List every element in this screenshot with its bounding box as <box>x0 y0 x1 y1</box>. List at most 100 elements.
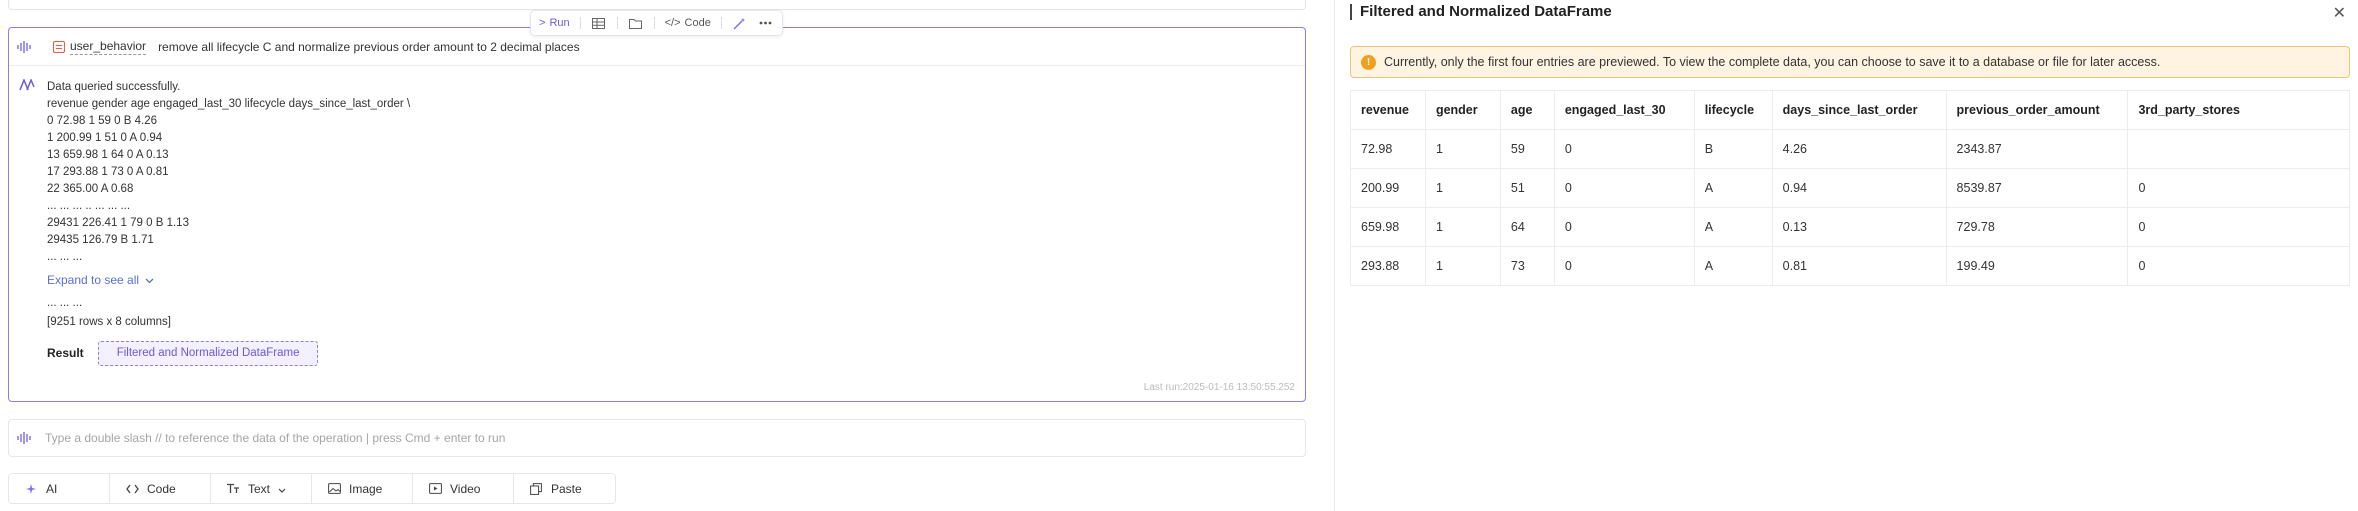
datasource-name: user_behavior <box>70 38 147 55</box>
output-line: 1 200.99 1 51 0 A 0.94 <box>47 132 163 144</box>
code-icon: </> <box>664 17 681 29</box>
table-cell: 729.78 <box>1945 207 2129 247</box>
datasource-icon <box>53 40 65 53</box>
output-line: 13 659.98 1 64 0 A 0.13 <box>47 149 169 161</box>
table-cell: A <box>1693 168 1773 208</box>
output-line: 29431 226.41 1 79 0 B 1.13 <box>47 217 189 229</box>
table-row: 293.88 1 73 0 A 0.81 199.49 0 <box>1350 246 2350 286</box>
close-icon[interactable]: ✕ <box>2333 3 2346 23</box>
column-header[interactable]: lifecycle <box>1693 90 1773 130</box>
add-ai-button[interactable]: AI <box>9 474 110 503</box>
table-cell: 0 <box>1553 207 1695 247</box>
more-icon[interactable] <box>758 16 774 30</box>
table-cell: 72.98 <box>1350 129 1426 169</box>
add-code-button[interactable]: Code <box>110 474 211 503</box>
table-cell: 0 <box>1553 168 1695 208</box>
output-lines: Data queried successfully. revenue gender… <box>47 79 410 266</box>
chevron-down-icon <box>145 272 154 289</box>
table-cell: 0 <box>1553 246 1695 286</box>
table-cell: 0.13 <box>1771 207 1947 247</box>
output-line: 29435 126.79 B 1.71 <box>47 234 154 246</box>
add-image-button[interactable]: Image <box>312 474 413 503</box>
table-cell: 0.81 <box>1771 246 1947 286</box>
table-cell: 73 <box>1499 246 1555 286</box>
table-icon[interactable] <box>591 16 607 30</box>
code-icon <box>125 483 139 495</box>
output-line: ... ... ... .. ... ... ... <box>47 200 131 212</box>
column-header[interactable]: previous_order_amount <box>1945 90 2129 130</box>
column-header[interactable]: days_since_last_order <box>1771 90 1947 130</box>
previous-cell <box>8 0 1306 10</box>
toolbar-divider <box>720 17 722 29</box>
expand-button[interactable]: Expand to see all <box>47 272 410 289</box>
table-header-row: revenue gender age engaged_last_30 lifecycle… <box>1350 90 2350 130</box>
notebook-area: > Run </> Code user_behavior remove all … <box>0 0 1330 511</box>
output-line: 17 293.88 1 73 0 A 0.81 <box>47 166 169 178</box>
preview-notice: ! Currently, only the first four entries… <box>1350 46 2350 78</box>
table-row: 72.98 1 59 0 B 4.26 2343.87 <box>1350 129 2350 169</box>
text-icon <box>226 483 240 495</box>
output-text: Data queried successfully. revenue gender… <box>47 79 410 366</box>
table-cell: 0 <box>2127 168 2350 208</box>
last-run-timestamp: Last run:2025-01-16 13:50:55.252 <box>1143 382 1295 393</box>
table-cell: 0 <box>1553 129 1695 169</box>
column-header[interactable]: engaged_last_30 <box>1553 90 1695 130</box>
table-cell: 1 <box>1424 129 1501 169</box>
table-cell: 64 <box>1499 207 1555 247</box>
add-button-label: Image <box>349 481 383 496</box>
output-line: ... ... ... <box>47 251 83 263</box>
prompt-input[interactable] <box>45 431 1245 445</box>
column-header[interactable]: 3rd_party_stores <box>2127 90 2350 130</box>
table-row: 659.98 1 64 0 A 0.13 729.78 0 <box>1350 207 2350 247</box>
preview-panel: Filtered and Normalized DataFrame ✕ ! Cu… <box>1335 0 2358 511</box>
prompt-text: remove all lifecycle C and normalize pre… <box>158 39 580 54</box>
table-cell: 2343.87 <box>1945 129 2129 169</box>
ai-cell[interactable]: user_behavior remove all lifecycle C and… <box>8 27 1306 402</box>
magic-wand-icon[interactable] <box>732 16 748 30</box>
column-header[interactable]: revenue <box>1350 90 1426 130</box>
add-cell-bar: AI Code Text Image Video Paste <box>8 473 616 504</box>
ai-logo-icon <box>19 77 35 91</box>
add-button-label: Video <box>450 481 481 496</box>
datasource-chip[interactable]: user_behavior <box>53 38 147 55</box>
video-icon <box>428 483 442 495</box>
column-header[interactable]: gender <box>1424 90 1501 130</box>
output-line: 0 72.98 1 59 0 B 4.26 <box>47 115 157 127</box>
table-cell: 59 <box>1499 129 1555 169</box>
waveform-icon <box>17 40 33 54</box>
column-header[interactable]: age <box>1499 90 1555 130</box>
panel-title: Filtered and Normalized DataFrame <box>1350 4 1612 20</box>
table-cell: 0 <box>2127 207 2350 247</box>
folder-icon[interactable] <box>628 16 644 30</box>
table-cell: 293.88 <box>1350 246 1426 286</box>
warning-icon: ! <box>1361 54 1376 70</box>
prompt-input-bar[interactable] <box>8 419 1306 457</box>
table-cell: 659.98 <box>1350 207 1426 247</box>
sparkle-icon <box>24 483 38 495</box>
table-cell: 0.94 <box>1771 168 1947 208</box>
paste-icon <box>529 482 543 495</box>
result-chip[interactable]: Filtered and Normalized DataFrame <box>97 341 319 366</box>
add-button-label: Text <box>248 481 271 496</box>
table-cell: 1 <box>1424 207 1501 247</box>
table-cell: 51 <box>1499 168 1555 208</box>
table-cell: 1 <box>1424 246 1501 286</box>
code-button[interactable]: </> Code <box>665 17 711 29</box>
add-text-button[interactable]: Text <box>211 474 312 503</box>
add-video-button[interactable]: Video <box>413 474 514 503</box>
run-button[interactable]: > Run <box>539 17 570 29</box>
toolbar-divider <box>579 17 581 29</box>
cell-output: Data queried successfully. revenue gender… <box>9 67 1305 401</box>
table-cell: 0 <box>2127 246 2350 286</box>
add-paste-button[interactable]: Paste <box>514 474 615 503</box>
output-line: 22 365.00 A 0.68 <box>47 183 134 195</box>
add-button-label: AI <box>46 481 58 496</box>
table-cell: A <box>1693 246 1773 286</box>
notice-text: Currently, only the first four entries a… <box>1384 55 2161 69</box>
rows-info: [9251 rows x 8 columns] <box>47 316 172 328</box>
output-line: Data queried successfully. <box>47 81 181 93</box>
run-icon: > <box>539 17 546 29</box>
image-icon <box>327 483 341 495</box>
preview-table: revenue gender age engaged_last_30 lifecycle… <box>1350 90 2350 286</box>
cell-toolbar: > Run </> Code <box>530 10 783 36</box>
